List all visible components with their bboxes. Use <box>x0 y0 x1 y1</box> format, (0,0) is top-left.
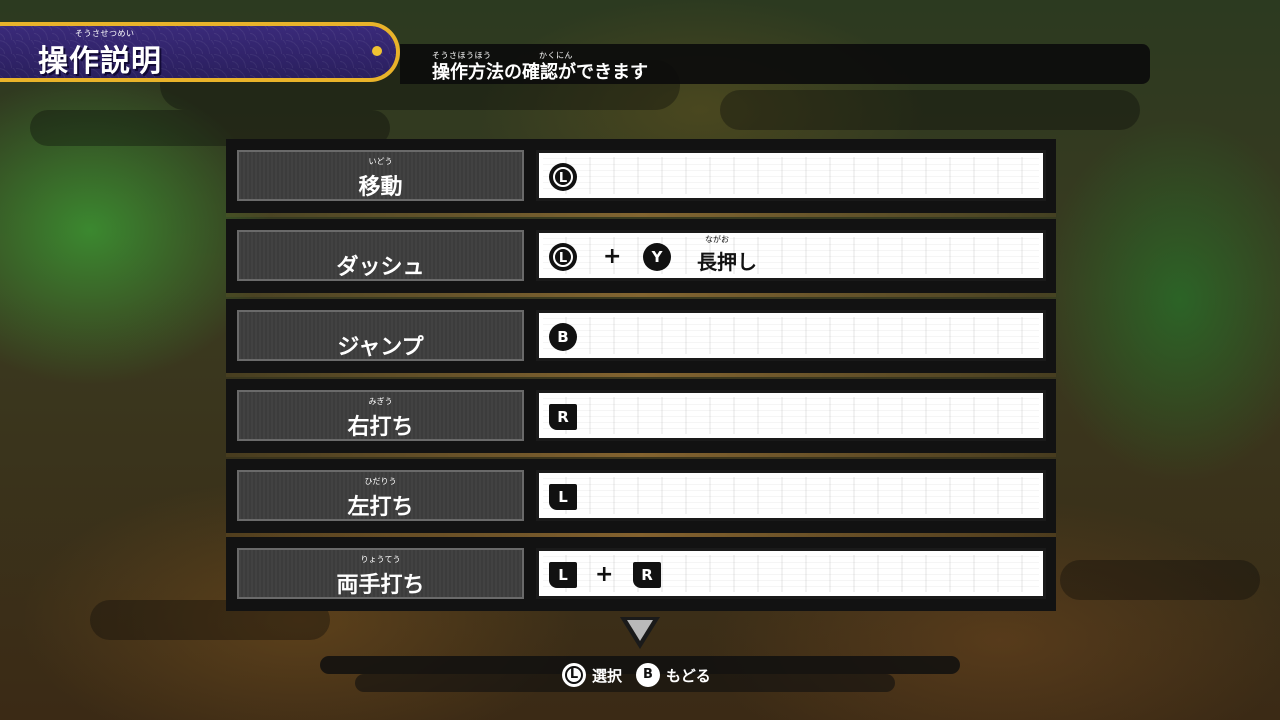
l-stick-label: L <box>569 667 579 682</box>
cell-pattern <box>543 397 1039 434</box>
control-label-cell: りょうてう 両手打ち <box>237 548 524 599</box>
control-ruby: ひだりう <box>364 477 397 486</box>
back-hint[interactable]: もどる <box>666 665 711 686</box>
l-stick-icon: L <box>549 163 577 191</box>
control-label: 両手打ち <box>336 573 425 598</box>
control-ruby: りょうてう <box>360 555 401 564</box>
control-label-cell: ダッシュ <box>237 230 524 281</box>
y-button-icon: Y <box>643 243 671 271</box>
control-label: 移動 <box>358 175 403 200</box>
select-hint: 選択 <box>592 666 623 685</box>
control-label: ジャンプ <box>337 335 424 360</box>
cell-pattern <box>543 317 1039 354</box>
cell-pattern <box>543 555 1039 592</box>
control-ruby: いどう <box>368 157 393 166</box>
b-button-label: B <box>643 667 653 682</box>
control-label: 左打ち <box>347 495 414 520</box>
cell-pattern <box>543 157 1039 194</box>
background-band <box>720 90 1140 130</box>
control-row-dash[interactable]: ダッシュ L + Y ながお 長押し <box>226 219 1056 297</box>
control-input-cell: R <box>536 390 1046 441</box>
b-button-icon: B <box>549 323 577 351</box>
b-button-icon[interactable]: B <box>636 663 661 687</box>
background-band <box>1060 560 1260 600</box>
controls-panel: いどう 移動 L ダッシュ L + Y ながお 長押し ジャンプ B みぎう 右… <box>226 139 1056 611</box>
control-label-cell: いどう 移動 <box>237 150 524 201</box>
cell-pattern <box>543 477 1039 514</box>
l-stick-icon: L <box>562 663 586 687</box>
control-input-cell: L <box>536 150 1046 201</box>
control-label-cell: みぎう 右打ち <box>237 390 524 441</box>
subtitle-ruby: そうさほうほう <box>432 51 492 60</box>
r-button-icon: R <box>549 404 577 430</box>
control-label: 右打ち <box>347 415 414 440</box>
control-label: ダッシュ <box>336 255 425 280</box>
l-stick-icon: L <box>549 243 577 271</box>
control-label-cell: ひだりう 左打ち <box>237 470 524 521</box>
control-row-left-hit[interactable]: ひだりう 左打ち L <box>226 459 1056 537</box>
control-ruby: みぎう <box>368 397 393 406</box>
plus-sign: + <box>603 244 622 269</box>
l-button-icon: L <box>549 484 577 510</box>
control-input-cell: B <box>536 310 1046 361</box>
control-row-jump[interactable]: ジャンプ B <box>226 299 1056 377</box>
l-stick-label: L <box>558 171 568 186</box>
subtitle-bar: 操作方法の確認ができます <box>400 44 1150 84</box>
title-dot-icon <box>372 46 382 56</box>
control-input-cell: L + R <box>536 548 1046 599</box>
control-row-right-hit[interactable]: みぎう 右打ち R <box>226 379 1056 457</box>
page-title: 操作説明 <box>38 44 162 79</box>
plus-sign: + <box>595 562 614 587</box>
r-button-icon: R <box>633 562 661 588</box>
l-button-icon: L <box>549 562 577 588</box>
control-input-cell: L <box>536 470 1046 521</box>
hold-label: 長押し <box>697 250 757 274</box>
subtitle-ruby: かくにん <box>539 51 573 60</box>
hold-ruby: ながお <box>705 235 729 244</box>
control-label-cell: ジャンプ <box>237 310 524 361</box>
control-row-move[interactable]: いどう 移動 L <box>226 139 1056 217</box>
scroll-down-arrow-icon[interactable] <box>620 617 660 649</box>
page-subtitle: 操作方法の確認ができます <box>432 62 648 83</box>
l-stick-label: L <box>558 251 568 266</box>
control-input-cell: L + Y ながお 長押し <box>536 230 1046 281</box>
footer-hints: L 選択 B もどる <box>562 662 711 688</box>
control-row-both-hit[interactable]: りょうてう 両手打ち L + R <box>226 537 1056 611</box>
